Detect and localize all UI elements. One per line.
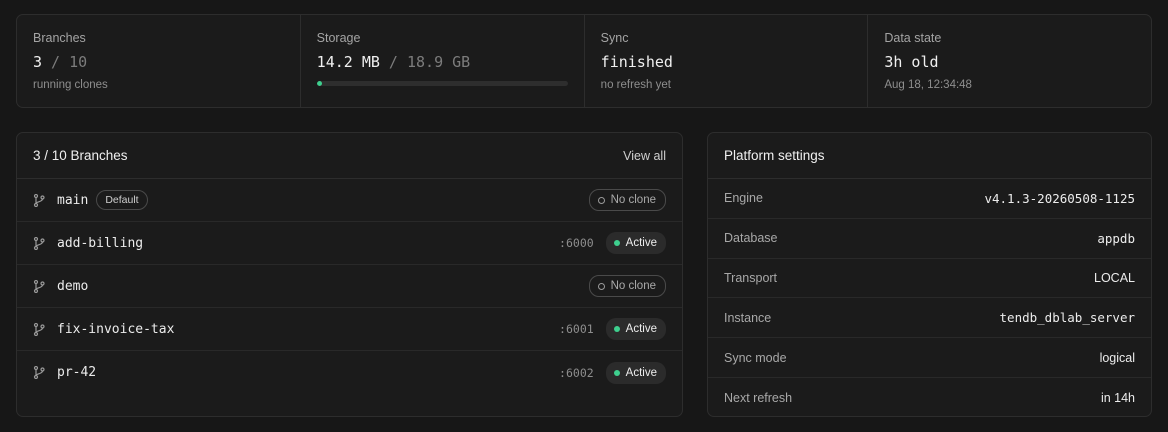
- storage-progress-fill: [316, 81, 322, 86]
- branch-port: :6002: [559, 365, 594, 380]
- platform-settings-panel: Platform settings Engine v4.1.3-20260508-…: [707, 132, 1152, 417]
- stat-sub: no refresh yet: [600, 79, 671, 91]
- git-branch-icon: [33, 321, 49, 337]
- setting-value: tendb_dblab_server: [999, 310, 1135, 326]
- branch-row[interactable]: demo No clone: [17, 265, 682, 308]
- stat-sync: Sync finished no refresh yet: [585, 15, 869, 107]
- branch-name: fix-invoice-tax: [57, 321, 175, 337]
- stat-storage: Storage 14.2 MB / 18.9 GB: [301, 15, 585, 107]
- branch-list: main Default No clone add-billing :6000 Activ…: [17, 179, 682, 394]
- settings-list: Engine v4.1.3-20260508-1125 Database appdb T…: [708, 179, 1151, 416]
- hollow-dot-icon: [597, 196, 605, 204]
- setting-key: Database: [724, 231, 778, 246]
- stat-value: 3h old: [884, 53, 939, 71]
- setting-row: Transport LOCAL: [708, 259, 1151, 299]
- setting-row: Engine v4.1.3-20260508-1125: [708, 179, 1151, 219]
- stat-value: 3 / 10: [33, 53, 284, 73]
- stat-label: Data state: [884, 31, 942, 45]
- separator: /: [379, 53, 407, 71]
- stat-data-state: Data state 3h old Aug 18, 12:34:48: [868, 15, 1151, 107]
- active-dot-icon: [613, 369, 620, 376]
- setting-value: v4.1.3-20260508-1125: [984, 190, 1135, 206]
- settings-panel-title: Platform settings: [724, 148, 825, 163]
- branch-name: demo: [57, 278, 89, 294]
- stat-label: Sync: [600, 31, 629, 45]
- status-badge-no-clone: No clone: [588, 275, 666, 297]
- status-badge-active: Active: [605, 361, 666, 384]
- separator: /: [42, 53, 70, 71]
- branch-port: :6000: [559, 236, 594, 250]
- branches-panel-header: 3 / 10 Branches View all: [17, 133, 682, 179]
- setting-value: in 14h: [1100, 390, 1135, 405]
- view-all-link[interactable]: View all: [623, 149, 666, 163]
- branches-panel: 3 / 10 Branches View all main Default No c…: [16, 132, 683, 417]
- branch-name: main: [57, 192, 89, 208]
- branch-name: pr-42: [57, 365, 97, 380]
- setting-value: logical: [1099, 350, 1135, 365]
- storage-total: 18.9 GB: [406, 53, 471, 71]
- storage-used: 14.2 MB: [316, 53, 380, 71]
- branch-port: :6001: [559, 322, 594, 336]
- hollow-dot-icon: [597, 282, 605, 290]
- git-branch-icon: [33, 192, 49, 208]
- setting-row: Instance tendb_dblab_server: [708, 298, 1151, 339]
- status-label: Active: [625, 366, 657, 379]
- default-badge: Default: [96, 190, 148, 210]
- branch-row[interactable]: add-billing :6000 Active: [17, 222, 682, 265]
- setting-key: Next refresh: [724, 390, 793, 405]
- branches-count: 3: [33, 53, 43, 71]
- status-label: Active: [625, 323, 657, 335]
- setting-key: Transport: [724, 270, 778, 285]
- stat-label: Branches: [33, 31, 86, 45]
- stat-branches: Branches 3 / 10 running clones: [17, 15, 301, 107]
- stats-strip: Branches 3 / 10 running clones Storage 1…: [16, 14, 1152, 108]
- status-badge-no-clone: No clone: [588, 189, 666, 211]
- branch-row[interactable]: pr-42 :6002 Active: [17, 351, 682, 394]
- branch-row[interactable]: fix-invoice-tax :6001 Active: [17, 308, 682, 351]
- setting-key: Sync mode: [724, 350, 787, 365]
- git-branch-icon: [33, 365, 49, 381]
- stat-label: Storage: [316, 31, 361, 45]
- setting-key: Engine: [724, 191, 763, 206]
- setting-row: Sync mode logical: [708, 338, 1151, 378]
- status-badge-active: Active: [605, 318, 666, 340]
- branch-name: add-billing: [57, 235, 144, 251]
- status-label: No clone: [610, 194, 656, 206]
- setting-row: Database appdb: [708, 219, 1151, 259]
- status-label: No clone: [610, 280, 656, 292]
- status-label: Active: [625, 237, 657, 249]
- stat-sub: Aug 18, 12:34:48: [884, 79, 972, 91]
- branches-panel-title: 3 / 10 Branches: [33, 148, 128, 163]
- stat-sub: running clones: [33, 79, 108, 91]
- active-dot-icon: [613, 326, 620, 332]
- active-dot-icon: [613, 240, 620, 246]
- setting-row: Next refresh in 14h: [708, 378, 1151, 416]
- branches-total: 10: [69, 53, 88, 71]
- setting-value: LOCAL: [1094, 270, 1135, 285]
- setting-value: appdb: [1097, 230, 1135, 246]
- git-branch-icon: [33, 235, 49, 251]
- stat-value: finished: [600, 53, 673, 71]
- git-branch-icon: [33, 278, 49, 294]
- storage-progress-bar: [316, 81, 568, 86]
- branch-row[interactable]: main Default No clone: [17, 179, 682, 222]
- setting-key: Instance: [724, 310, 772, 325]
- settings-panel-header: Platform settings: [708, 133, 1151, 179]
- stat-value: 14.2 MB / 18.9 GB: [317, 53, 568, 73]
- status-badge-active: Active: [605, 232, 666, 254]
